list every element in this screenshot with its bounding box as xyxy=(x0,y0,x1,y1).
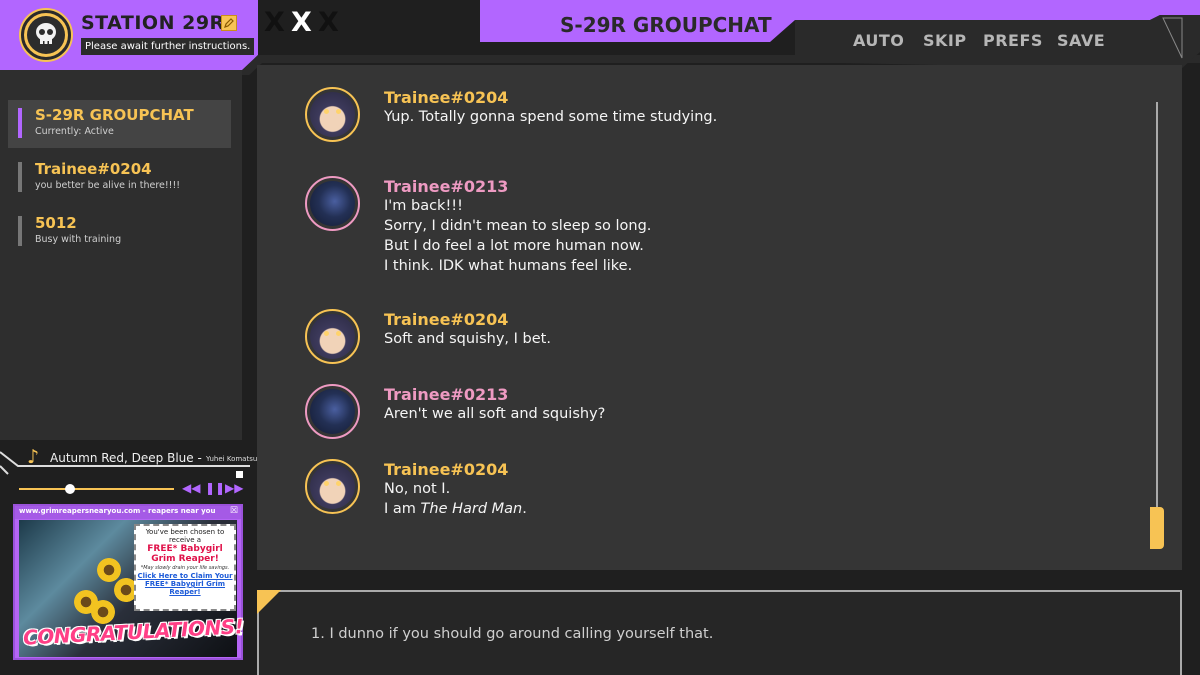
contact-5012[interactable]: 5012 Busy with training xyxy=(8,208,231,256)
ad-claim-link[interactable]: Click Here to Claim Your FREE* Babygirl … xyxy=(136,572,234,596)
chat-title: S-29R GROUPCHAT xyxy=(560,13,772,37)
avatar-trainee-0213 xyxy=(305,384,360,439)
music-note-icon: ♪ xyxy=(27,446,40,468)
message-text: Soft and squishy, I bet. xyxy=(384,331,551,347)
contact-status: you better be alive in there!!!! xyxy=(35,180,181,191)
fast-forward-icon[interactable]: ▶▶ xyxy=(225,481,243,495)
contact-name: S-29R GROUPCHAT xyxy=(35,106,194,124)
contact-name: 5012 xyxy=(35,214,77,232)
skip-button[interactable]: SKIP xyxy=(923,31,967,50)
avatar-trainee-0204 xyxy=(305,87,360,142)
active-indicator xyxy=(18,108,22,138)
rewind-icon[interactable]: ◀◀ xyxy=(182,481,200,495)
track-title: Autumn Red, Deep Blue - xyxy=(50,451,202,465)
message-text-italic: The Hard Man xyxy=(420,501,523,517)
contact-trainee-0204[interactable]: Trainee#0204 you better be alive in ther… xyxy=(8,154,231,202)
reply-option-1[interactable]: 1. I dunno if you should go around calli… xyxy=(311,626,713,642)
corner-accent xyxy=(257,590,281,614)
ad-offer-text: FREE* Babygirl Grim Reaper! xyxy=(147,544,223,564)
top-bar: STATION 29R Please await further instruc… xyxy=(0,0,1200,75)
message-text: Aren't we all soft and squishy? xyxy=(384,406,606,422)
contact-indicator xyxy=(18,162,22,192)
music-progress-knob[interactable] xyxy=(65,484,76,494)
ad-offer-card[interactable]: You've been chosen to receive a FREE* Ba… xyxy=(134,524,236,611)
message-sender: Trainee#0213 xyxy=(384,385,509,404)
avatar-trainee-0204 xyxy=(305,309,360,364)
skull-icon xyxy=(27,16,65,54)
chat-scrollbar-track[interactable] xyxy=(1156,102,1158,542)
skull-logo xyxy=(21,10,71,60)
avatar-trainee-0213 xyxy=(305,176,360,231)
ad-title-bar: www.grimreapersnearyou.com - reapers nea… xyxy=(15,506,241,519)
auto-button[interactable]: AUTO xyxy=(853,31,904,50)
chat-scrollbar-thumb[interactable] xyxy=(1150,507,1164,549)
ad-close-icon[interactable]: ☒ xyxy=(230,506,238,516)
music-frame-end xyxy=(236,471,243,478)
sunflower-image xyxy=(97,558,121,582)
contact-status: Busy with training xyxy=(35,234,122,245)
contact-sidebar: S-29R GROUPCHAT Currently: Active Traine… xyxy=(0,70,242,440)
pause-icon[interactable]: ❚❚ xyxy=(205,481,225,495)
strike-mark-2: X xyxy=(291,7,312,38)
strike-mark-3: X xyxy=(318,7,339,38)
avatar-trainee-0204 xyxy=(305,459,360,514)
message-text: I'm back!!! Sorry, I didn't mean to slee… xyxy=(384,198,652,274)
save-button[interactable]: SAVE xyxy=(1057,31,1105,50)
message-text: Yup. Totally gonna spend some time study… xyxy=(384,109,718,125)
message-text-line1: No, not I. xyxy=(384,481,451,497)
music-progress-bar[interactable] xyxy=(19,488,174,490)
edit-icon[interactable] xyxy=(221,15,237,31)
message-sender: Trainee#0213 xyxy=(384,177,509,196)
contact-groupchat[interactable]: S-29R GROUPCHAT Currently: Active xyxy=(8,100,231,148)
message-sender: Trainee#0204 xyxy=(384,460,509,479)
strike-mark-1: X xyxy=(264,7,285,38)
contact-status: Currently: Active xyxy=(35,126,114,137)
contact-indicator xyxy=(18,216,22,246)
message-sender: Trainee#0204 xyxy=(384,88,509,107)
message-text-line2: I am The Hard Man. xyxy=(384,499,527,519)
chat-log: Trainee#0204 Yup. Totally gonna spend so… xyxy=(257,65,1182,570)
prefs-button[interactable]: PREFS xyxy=(983,31,1043,50)
ad-disclaimer: *May slowly drain your life savings. xyxy=(140,565,230,571)
station-title: STATION 29R xyxy=(81,12,225,34)
message-text-prefix: I am xyxy=(384,501,421,517)
message-text-suffix: . xyxy=(522,501,527,517)
ad-chosen-text: You've been chosen to receive a xyxy=(145,528,225,544)
message-sender: Trainee#0204 xyxy=(384,310,509,329)
ad-url: www.grimreapersnearyou.com - reapers nea… xyxy=(19,507,216,515)
contact-name: Trainee#0204 xyxy=(35,160,152,178)
track-artist: Yuhei Komatsu xyxy=(206,455,258,463)
status-message: Please await further instructions. xyxy=(81,38,255,55)
